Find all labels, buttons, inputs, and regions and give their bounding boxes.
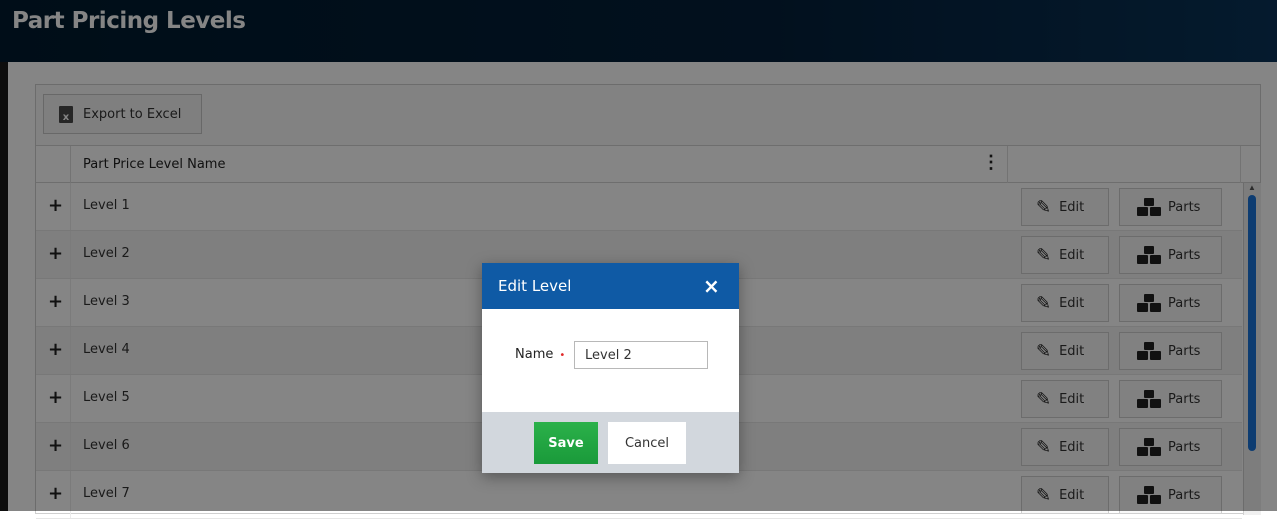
dialog-title: Edit Level [498, 277, 572, 295]
close-icon[interactable]: × [703, 274, 720, 298]
save-button[interactable]: Save [534, 422, 598, 464]
dialog-footer: Save Cancel [482, 412, 739, 473]
edit-level-dialog: Edit Level × Name • Save Cancel [482, 263, 739, 473]
required-indicator: • [559, 350, 566, 361]
dialog-body: Name • [482, 309, 739, 412]
dialog-header: Edit Level × [482, 263, 739, 309]
cancel-button[interactable]: Cancel [608, 422, 686, 464]
name-input[interactable] [574, 341, 708, 369]
name-label-text: Name [515, 347, 554, 362]
name-field-label: Name • [515, 347, 565, 362]
